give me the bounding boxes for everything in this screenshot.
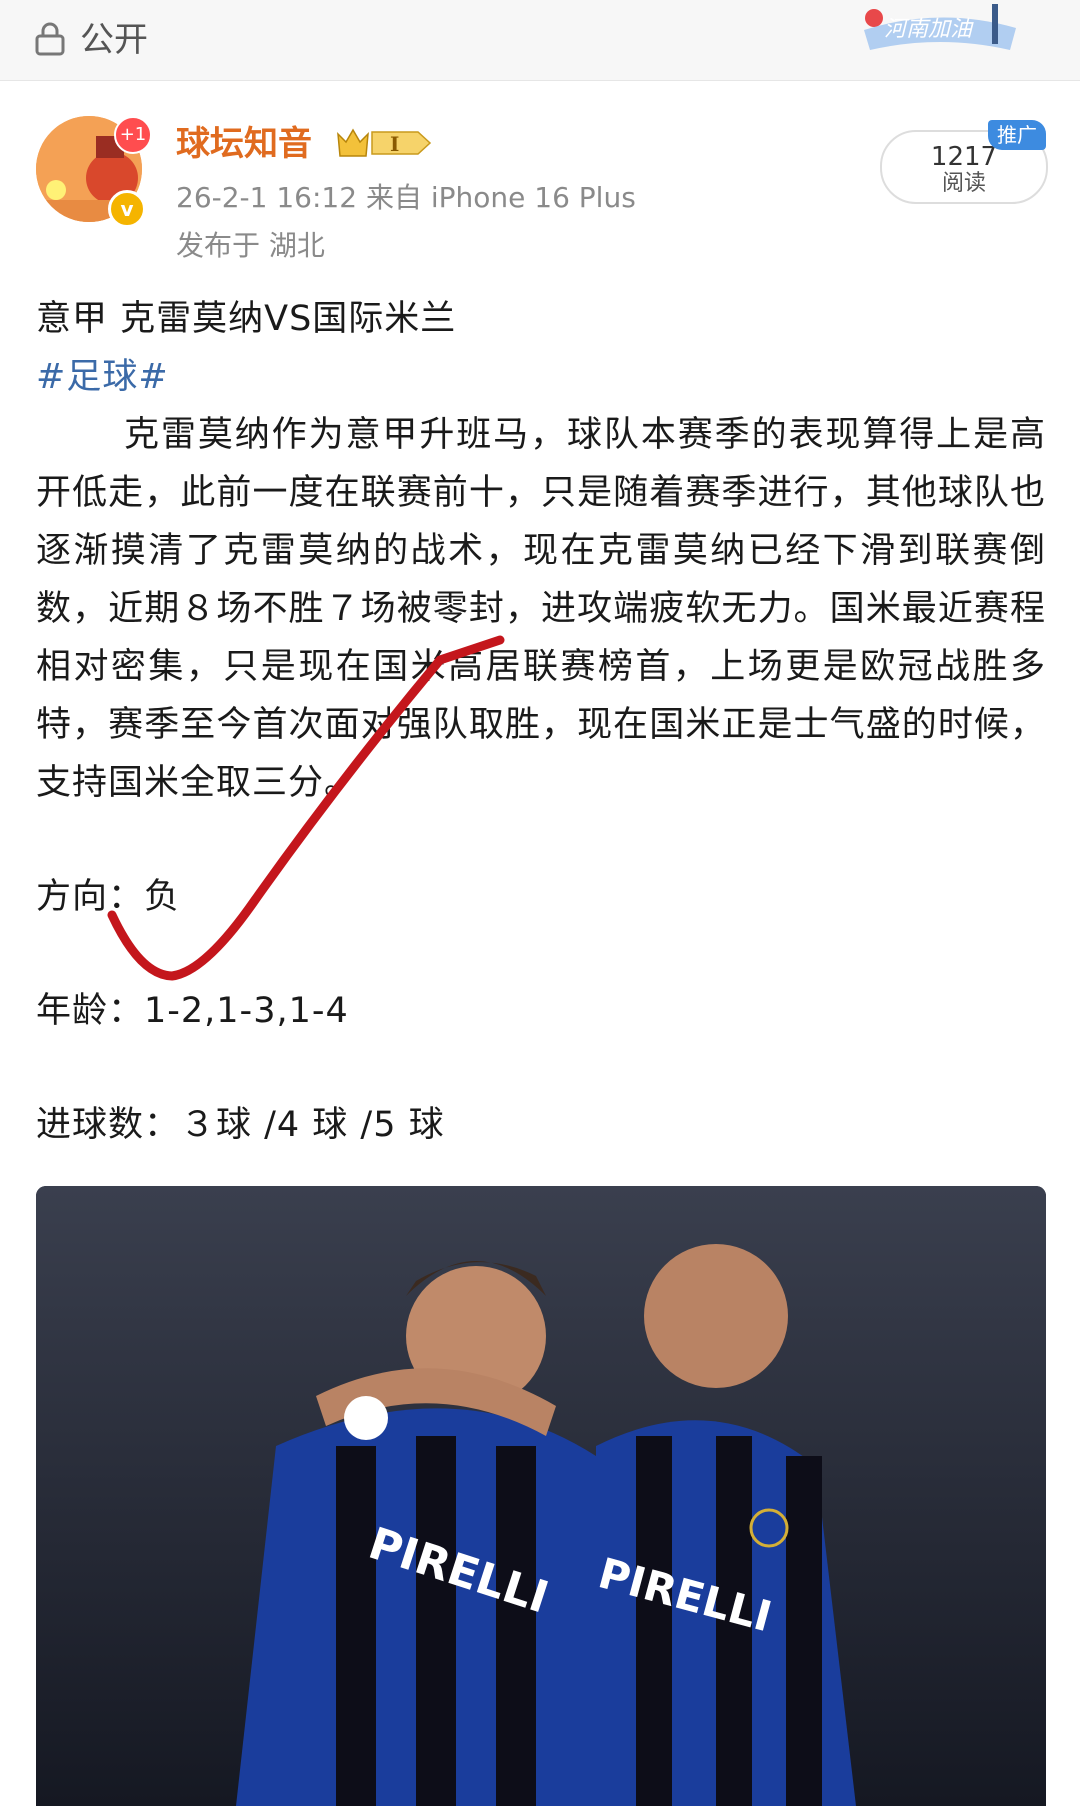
post-time-source: 26-2-1 16:12 来自 iPhone 16 Plus (176, 181, 636, 214)
level-text: I (390, 132, 399, 156)
badge-text: 河南加油 (884, 17, 974, 42)
promo-button[interactable]: 推广 (988, 120, 1046, 150)
username[interactable]: 球坛知音 (176, 122, 312, 166)
henan-jiayou-badge: 河南加油 (864, 4, 1016, 50)
post-image[interactable]: PIRELLI PIRELLI (36, 1186, 1046, 1806)
crown-level-icon: I (337, 128, 432, 157)
v-verified-icon: v (108, 190, 146, 228)
post-paragraph: 克雷莫纳作为意甲升班马，球队本赛季的表现算得上是高开低走，此前一度在联赛前十，只… (36, 415, 1046, 803)
age-line: 年龄：1-2,1-3,1-4 (36, 991, 349, 1031)
top-bar: 公开 河南加油 (0, 0, 1080, 81)
post-title: 意甲 克雷莫纳VS国际米兰 (36, 299, 457, 339)
lock-icon (35, 22, 65, 56)
reads-label: 阅读 (941, 171, 986, 196)
hashtag-link[interactable]: #足球# (36, 348, 1046, 406)
visibility-label[interactable]: 公开 (80, 18, 148, 62)
goals-line: 进球数：３球 /4 球 /5 球 (36, 1105, 445, 1145)
avatar-notification-badge: +1 (114, 116, 152, 154)
direction-line: 方向：负 (36, 877, 181, 917)
post-content: 意甲 克雷莫纳VS国际米兰 #足球# 克雷莫纳作为意甲升班马，球队本赛季的表现算… (36, 290, 1046, 1154)
post-location: 发布于 湖北 (176, 229, 325, 262)
football-players-photo: PIRELLI PIRELLI (36, 1186, 1046, 1806)
